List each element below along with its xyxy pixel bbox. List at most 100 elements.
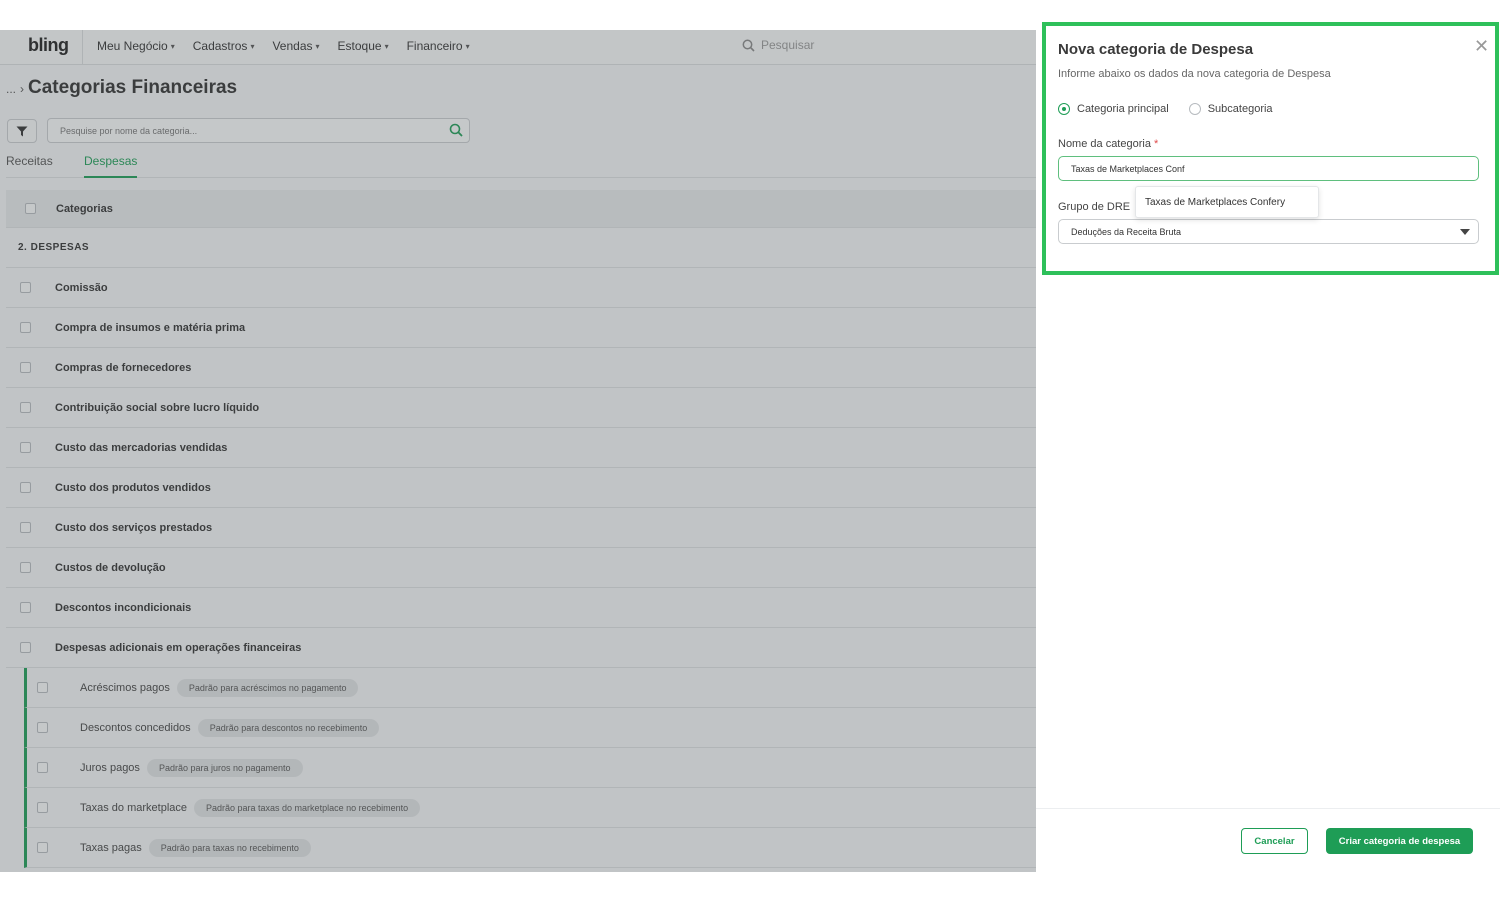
radio-subcategoria[interactable]: Subcategoria [1188, 103, 1273, 115]
main-nav: Meu Negócio ▾ Cadastros ▾ Vendas ▾ Estoque ▾… [97, 39, 470, 53]
chevron-down-icon: ▾ [384, 41, 389, 51]
table-row[interactable]: Compra de insumos e matéria prima [6, 308, 1036, 348]
row-checkbox[interactable] [20, 322, 31, 333]
table-row[interactable]: Despesas adicionais em operações finance… [6, 628, 1036, 668]
column-header-categorias: Categorias [56, 202, 113, 215]
category-name: Contribuição social sobre lucro líquido [55, 401, 260, 414]
subcategory-row[interactable]: Taxas pagas Padrão para taxas no recebime… [24, 828, 1036, 868]
autocomplete-suggestion[interactable]: Taxas de Marketplaces Confery [1135, 186, 1319, 218]
category-name: Custo das mercadorias vendidas [55, 441, 228, 454]
default-tag: Padrão para descontos no recebimento [197, 718, 380, 737]
select-all-checkbox[interactable] [25, 203, 36, 214]
row-checkbox[interactable] [20, 282, 31, 293]
table-row[interactable]: Custo dos produtos vendidos [6, 468, 1036, 508]
background-app: bling Meu Negócio ▾ Cadastros ▾ Vendas ▾ Es… [0, 30, 1036, 872]
dre-group-label: Grupo de DRE [1058, 201, 1131, 213]
chevron-right-icon: › [20, 82, 25, 96]
divider [82, 30, 83, 65]
row-checkbox[interactable] [20, 482, 31, 493]
subcategory-name: Taxas do marketplace [80, 801, 187, 814]
table-row[interactable]: Contribuição social sobre lucro líquido [6, 388, 1036, 428]
chevron-down-icon: ▾ [250, 41, 255, 51]
row-checkbox[interactable] [37, 722, 48, 733]
category-name-input[interactable] [1059, 157, 1459, 180]
table-row[interactable]: Compras de fornecedores [6, 348, 1036, 388]
table-row[interactable]: Custos de devolução [6, 548, 1036, 588]
filter-icon [16, 126, 28, 136]
row-checkbox[interactable] [37, 682, 48, 693]
panel-form-area: Nova categoria de Despesa ✕ Informe abai… [1042, 22, 1499, 275]
cancel-button[interactable]: Cancelar [1241, 828, 1308, 854]
category-name: Compra de insumos e matéria prima [55, 321, 246, 334]
category-search [47, 118, 470, 143]
nav-meu-negocio[interactable]: Meu Negócio ▾ [97, 39, 175, 53]
row-checkbox[interactable] [20, 362, 31, 373]
table-row[interactable]: Descontos incondicionais [6, 588, 1036, 628]
global-search[interactable]: Pesquisar [742, 38, 814, 52]
breadcrumb-ellipsis[interactable]: ... [6, 82, 16, 96]
category-name: Custo dos serviços prestados [55, 521, 213, 534]
create-category-button[interactable]: Criar categoria de despesa [1326, 828, 1473, 854]
nav-estoque[interactable]: Estoque ▾ [338, 39, 389, 53]
row-checkbox[interactable] [20, 602, 31, 613]
radio-unselected-icon [1188, 103, 1201, 115]
nav-vendas[interactable]: Vendas ▾ [272, 39, 319, 53]
subcategory-row[interactable]: Taxas do marketplace Padrão para taxas do… [24, 788, 1036, 828]
dre-group-select[interactable]: Deduções da Receita Bruta [1058, 219, 1479, 244]
close-icon[interactable]: ✕ [1474, 36, 1489, 57]
radio-categoria-principal[interactable]: Categoria principal [1058, 103, 1169, 115]
category-search-input[interactable] [48, 119, 428, 142]
caret-down-icon [1460, 229, 1470, 235]
search-icon [742, 39, 755, 52]
active-tab-indicator [84, 176, 137, 178]
bling-logo[interactable]: bling [28, 35, 69, 56]
chevron-down-icon: ▾ [170, 41, 175, 51]
filter-button[interactable] [7, 119, 37, 143]
table-row[interactable]: Custo das mercadorias vendidas [6, 428, 1036, 468]
subcategory-name: Juros pagos [80, 761, 140, 774]
row-checkbox[interactable] [37, 802, 48, 813]
chevron-down-icon: ▾ [465, 41, 470, 51]
dre-selected-value: Deduções da Receita Bruta [1071, 227, 1182, 237]
nav-label: Financeiro [406, 39, 463, 53]
subcategory-name: Taxas pagas [80, 841, 142, 854]
tab-receitas[interactable]: Receitas [6, 154, 53, 168]
subcategory-row[interactable]: Descontos concedidos Padrão para desconto… [24, 708, 1036, 748]
subcategory-row[interactable]: Juros pagos Padrão para juros no pagament… [24, 748, 1036, 788]
row-checkbox[interactable] [20, 442, 31, 453]
footer-divider [1036, 808, 1500, 809]
default-tag: Padrão para acréscimos no pagamento [176, 678, 359, 697]
row-checkbox[interactable] [20, 642, 31, 653]
tab-despesas[interactable]: Despesas [84, 154, 137, 168]
category-name-field [1058, 156, 1479, 181]
chevron-down-icon: ▾ [315, 41, 320, 51]
row-checkbox[interactable] [20, 402, 31, 413]
categories-table: Categorias 2. DESPESAS Comissão Compra d… [6, 190, 1036, 868]
category-name: Custo dos produtos vendidos [55, 481, 211, 494]
global-search-placeholder: Pesquisar [761, 38, 815, 52]
category-name: Custos de devolução [55, 561, 166, 574]
category-name: Comissão [55, 281, 108, 294]
row-checkbox[interactable] [20, 562, 31, 573]
group-label: 2. DESPESAS [18, 242, 90, 253]
default-tag: Padrão para taxas no recebimento [148, 838, 311, 857]
new-category-panel: Nova categoria de Despesa ✕ Informe abai… [1036, 20, 1500, 900]
required-mark: * [1154, 138, 1159, 150]
panel-title: Nova categoria de Despesa [1058, 41, 1254, 58]
row-checkbox[interactable] [20, 522, 31, 533]
category-name-label: Nome da categoria * [1058, 138, 1158, 150]
category-type-radios: Categoria principal Subcategoria [1058, 103, 1273, 115]
tabs: Receitas Despesas [6, 152, 1036, 178]
default-tag: Padrão para taxas do marketplace no rece… [194, 798, 421, 817]
nav-financeiro[interactable]: Financeiro ▾ [407, 39, 470, 53]
breadcrumb: ... › Categorias Financeiras [6, 77, 237, 99]
radio-selected-icon [1058, 103, 1070, 115]
subcategory-row[interactable]: Acréscimos pagos Padrão para acréscimos n… [24, 668, 1036, 708]
table-row[interactable]: Comissão [6, 268, 1036, 308]
row-checkbox[interactable] [37, 762, 48, 773]
table-row[interactable]: Custo dos serviços prestados [6, 508, 1036, 548]
row-checkbox[interactable] [37, 842, 48, 853]
search-icon[interactable] [449, 123, 463, 137]
nav-label: Vendas [272, 39, 313, 53]
nav-cadastros[interactable]: Cadastros ▾ [193, 39, 255, 53]
